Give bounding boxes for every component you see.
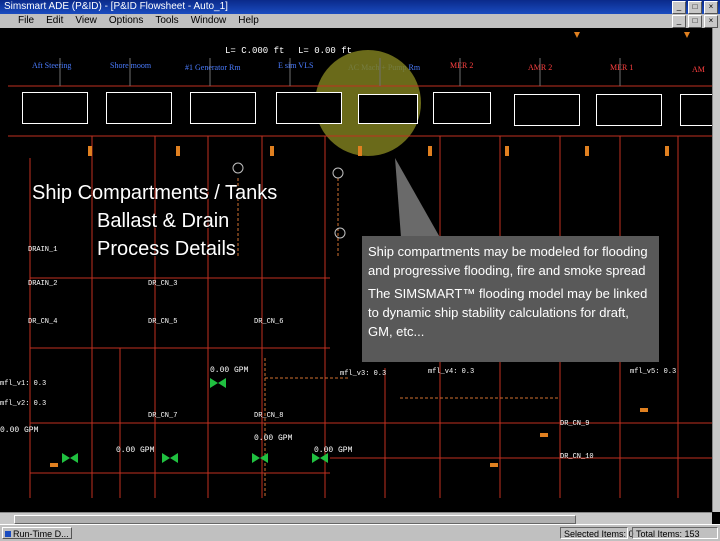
tank-mer-2[interactable] xyxy=(433,92,491,124)
green-valves xyxy=(62,378,328,463)
document-controls: _ □ × xyxy=(672,15,718,28)
node-label: DR_CN_7 xyxy=(148,412,178,420)
menu-edit[interactable]: Edit xyxy=(46,14,63,28)
scroll-thumb[interactable] xyxy=(14,515,576,524)
menu-tools[interactable]: Tools xyxy=(155,14,178,28)
runtime-task-button[interactable]: Run-Time D... xyxy=(2,527,72,539)
tank-generator-room[interactable] xyxy=(190,92,256,124)
flow-readout: 0.00 GPM xyxy=(314,446,353,455)
node-label: DR_CN_9 xyxy=(560,420,590,428)
callout-paragraph-2: The SIMSMART™ flooding model may be link… xyxy=(368,286,648,339)
node-label: DRAIN_2 xyxy=(28,280,58,288)
inlet-markers xyxy=(574,32,690,38)
minimize-button[interactable]: _ xyxy=(672,1,686,14)
node-label: DRAIN_1 xyxy=(28,246,58,254)
menu-file[interactable]: File xyxy=(18,14,34,28)
node-label: mfl_v1: 0.3 xyxy=(0,380,47,388)
menu-view[interactable]: View xyxy=(75,14,97,28)
node-label: DR_CN_4 xyxy=(28,318,58,326)
tank-amr-2[interactable] xyxy=(514,94,580,126)
tank-am[interactable] xyxy=(680,94,712,126)
node-label: DR_CN_8 xyxy=(254,412,284,420)
node-label: mfl_v3: 0.3 xyxy=(340,370,387,378)
callout-paragraph-1: Ship compartments may be modeled for flo… xyxy=(368,244,648,278)
flow-readout: 0.00 GPM xyxy=(210,366,249,375)
callout-box: Ship compartments may be modeled for flo… xyxy=(362,236,659,362)
flow-readout: 0.00 GPM xyxy=(0,426,39,435)
total-items-status: Total Items: 153 xyxy=(632,527,718,539)
maximize-button[interactable]: □ xyxy=(688,1,702,14)
window-title: Simsmart ADE (P&ID) - [P&ID Flowsheet - … xyxy=(4,1,228,12)
overlay-heading-line-3: Process Details xyxy=(97,238,236,260)
tank-ac-mach-pump-room[interactable] xyxy=(358,94,418,124)
node-label: mfl_v5: 0.3 xyxy=(630,368,677,376)
tank-shore-room[interactable] xyxy=(106,92,172,124)
menu-help[interactable]: Help xyxy=(238,14,259,28)
overlay-heading-line-2: Ballast & Drain xyxy=(97,210,230,232)
selected-items-status: Selected Items: 0 xyxy=(560,527,634,539)
node-label: DR_CN_3 xyxy=(148,280,178,288)
vertical-scrollbar[interactable] xyxy=(712,28,720,512)
doc-maximize-button[interactable]: □ xyxy=(688,15,702,28)
menu-window[interactable]: Window xyxy=(191,14,227,28)
menu-bar: File Edit View Options Tools Window Help… xyxy=(0,14,720,28)
flow-readout: 0.00 GPM xyxy=(116,446,155,455)
close-button[interactable]: × xyxy=(704,1,718,14)
node-label: DR_CN_6 xyxy=(254,318,284,326)
title-bar: Simsmart ADE (P&ID) - [P&ID Flowsheet - … xyxy=(0,0,720,14)
taskbar: Run-Time D... Selected Items: 0 Total It… xyxy=(0,524,720,541)
node-label: DR_CN_5 xyxy=(148,318,178,326)
tank-aft-steering[interactable] xyxy=(22,92,88,124)
tank-mer-1[interactable] xyxy=(596,94,662,126)
doc-minimize-button[interactable]: _ xyxy=(672,15,686,28)
tank-vls[interactable] xyxy=(276,92,342,124)
node-label: mfl_v2: 0.3 xyxy=(0,400,47,408)
doc-close-button[interactable]: × xyxy=(704,15,718,28)
node-label: DR_CN_10 xyxy=(560,453,594,461)
flow-readout: 0.00 GPM xyxy=(254,434,293,443)
menu-options[interactable]: Options xyxy=(109,14,143,28)
window-controls: _ □ × xyxy=(672,1,718,14)
node-label: mfl_v4: 0.3 xyxy=(428,368,475,376)
overlay-heading-line-1: Ship Compartments / Tanks xyxy=(32,182,278,204)
